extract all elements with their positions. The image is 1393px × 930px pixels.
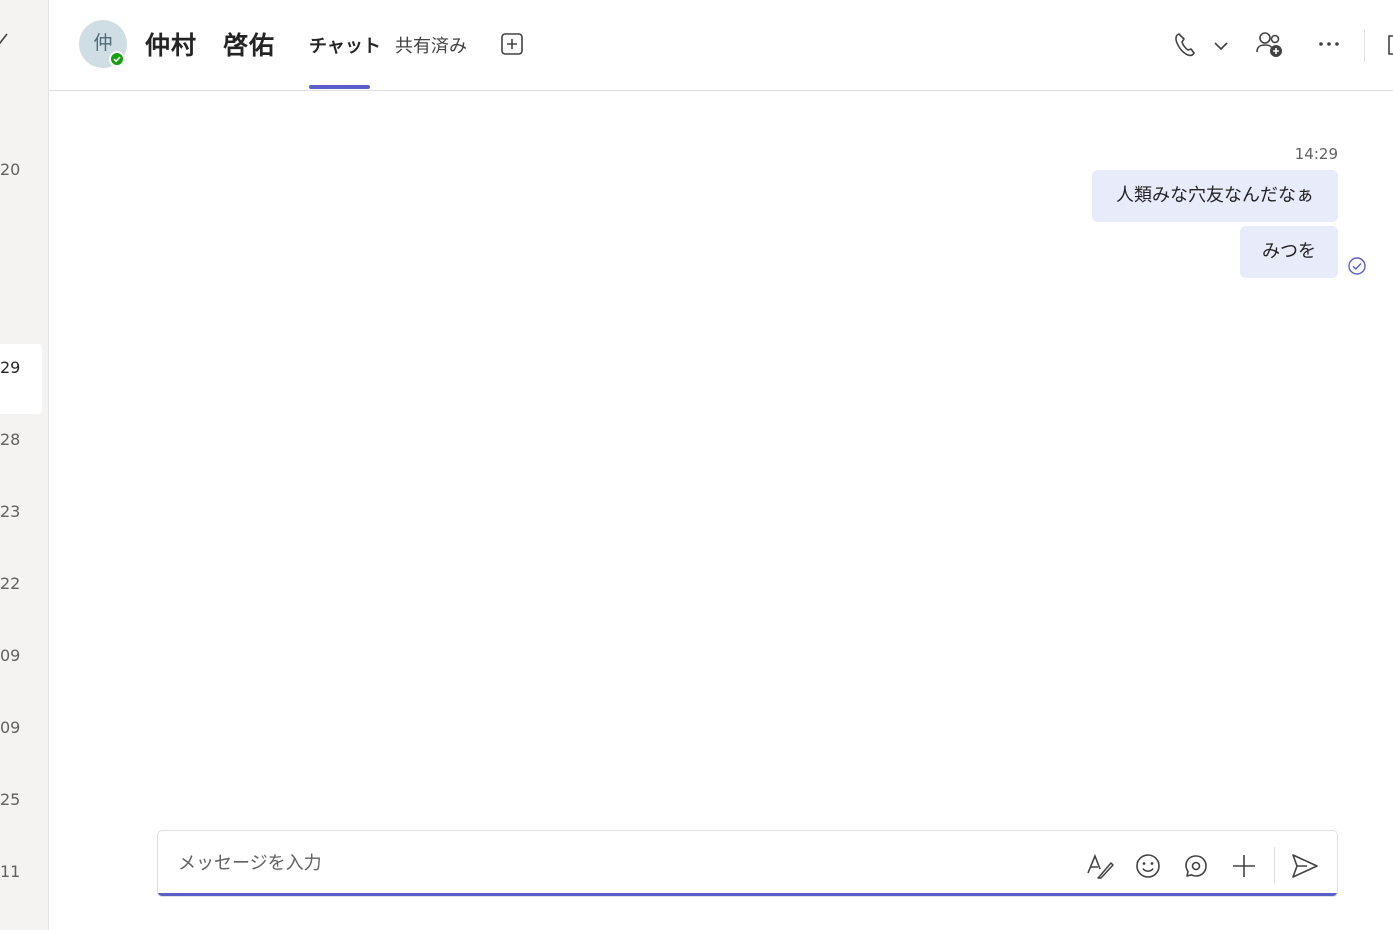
presence-available-icon [109, 51, 125, 67]
chat-list-item-time[interactable]: 28 [0, 430, 48, 450]
format-icon[interactable] [1086, 853, 1114, 883]
chat-list-item-time[interactable]: 22 [0, 574, 48, 594]
chat-list-item-time[interactable]: 09 [0, 646, 48, 666]
sent-status-icon [1347, 256, 1367, 280]
message-bubble[interactable]: 人類みな穴友なんだなぁ [1092, 170, 1338, 222]
chat-list-item-time[interactable]: 11 [0, 862, 48, 882]
phone-icon[interactable] [1173, 31, 1197, 63]
chat-list-item-time[interactable]: 09 [0, 718, 48, 738]
tab-chat[interactable]: チャット [309, 32, 381, 90]
popout-icon[interactable] [1387, 35, 1393, 59]
plus-icon[interactable] [1231, 853, 1257, 883]
chat-list-panel: 20 29 28 23 22 09 09 25 11 [0, 0, 49, 930]
composer-focus-underline [158, 893, 1337, 896]
compose-icon[interactable] [0, 30, 10, 56]
add-people-icon[interactable] [1255, 30, 1285, 64]
active-tab-indicator [309, 85, 370, 89]
chevron-down-icon[interactable] [1212, 37, 1230, 59]
loop-icon[interactable] [1183, 853, 1209, 883]
chat-list-selected-bg [0, 344, 42, 414]
message-bubble[interactable]: みつを [1240, 226, 1338, 278]
add-tab-icon[interactable] [500, 32, 524, 60]
message-input[interactable] [176, 847, 1060, 879]
chat-list-item-time[interactable]: 25 [0, 790, 48, 810]
chat-list-item-time[interactable]: 20 [0, 160, 48, 180]
message-composer [157, 830, 1338, 897]
tab-shared[interactable]: 共有済み [395, 32, 467, 90]
page-title: 仲村 啓佑 [145, 31, 276, 60]
more-options-icon[interactable] [1317, 34, 1341, 58]
composer-divider [1274, 847, 1275, 883]
header-divider [1364, 30, 1365, 62]
chat-list-item-time[interactable]: 29 [0, 358, 48, 378]
emoji-icon[interactable] [1135, 853, 1161, 883]
send-icon[interactable] [1291, 853, 1319, 883]
chat-list-item-time[interactable]: 23 [0, 502, 48, 522]
message-timestamp: 14:29 [1294, 145, 1338, 163]
chat-header: 仲 仲村 啓佑 チャット 共有済み [49, 0, 1393, 91]
